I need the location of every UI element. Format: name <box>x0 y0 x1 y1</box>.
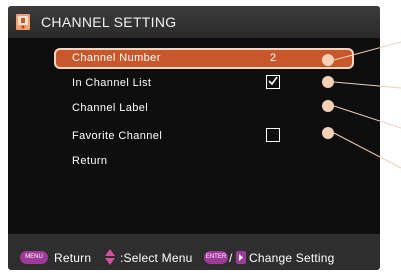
callout-leader-lines <box>333 41 401 169</box>
tv-menu-screen: CHANNEL SETTING Channel Number 2 In Chan… <box>0 0 401 273</box>
